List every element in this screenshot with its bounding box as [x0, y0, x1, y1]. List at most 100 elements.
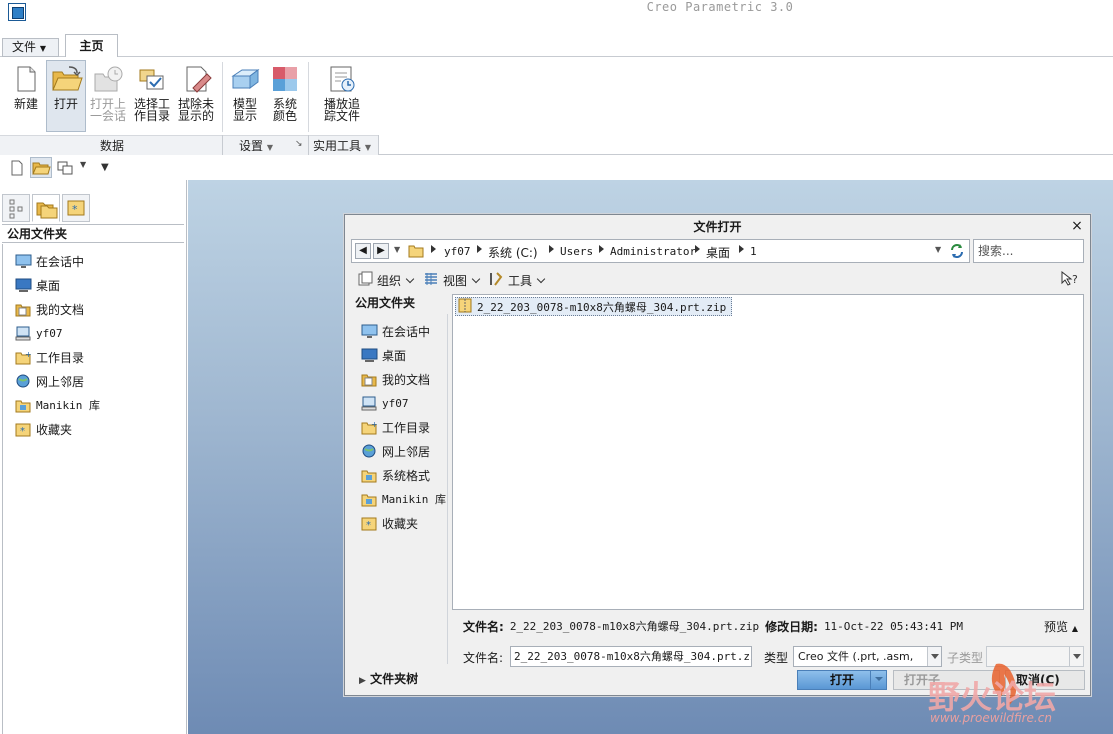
- erase-not-displayed-button[interactable]: 拭除未 显示的: [176, 60, 216, 132]
- qat-open-icon[interactable]: [30, 157, 52, 178]
- qat-customize-icon[interactable]: ▼: [101, 162, 109, 173]
- list-item-system-formats[interactable]: 系统格式: [361, 465, 430, 485]
- list-item-label: 桌面: [36, 278, 61, 293]
- tools-menu[interactable]: 工具: [488, 271, 546, 290]
- tab-file[interactable]: 文件 ▼: [2, 38, 59, 57]
- list-item-favorites[interactable]: * 收藏夹: [15, 419, 72, 439]
- system-formats-folder-icon: [361, 468, 378, 483]
- history-chevron-down-icon[interactable]: ▼: [394, 245, 400, 254]
- preview-toggle[interactable]: 预览 ▲: [1044, 618, 1078, 635]
- model-display-icon: [230, 64, 260, 94]
- list-item-favorites[interactable]: * 收藏夹: [361, 513, 418, 533]
- back-icon[interactable]: ◀: [355, 243, 371, 259]
- list-item-label: 收藏夹: [36, 422, 73, 437]
- forum-watermark-logo: 野火论坛 www.proewildfire.cn: [928, 660, 1108, 734]
- organize-menu[interactable]: 组织: [357, 271, 415, 290]
- list-item-my-documents[interactable]: 我的文档: [15, 299, 84, 319]
- svg-text:+: +: [371, 420, 378, 429]
- computer-icon: [361, 396, 378, 411]
- play-trail-file-button[interactable]: 播放追 踪文件: [321, 60, 363, 132]
- chevron-down-icon[interactable]: ▼: [80, 160, 86, 169]
- list-item-desktop[interactable]: 桌面: [361, 345, 406, 365]
- erase-not-displayed-label-2: 显示的: [177, 109, 214, 123]
- forward-icon[interactable]: ▶: [373, 243, 389, 259]
- file-info-row: 文件名: 2_22_203_0078-m10x8六角螺母_304.prt.zip…: [452, 615, 1084, 637]
- view-menu[interactable]: 视图: [423, 271, 481, 290]
- new-button[interactable]: 新建: [8, 60, 44, 132]
- open-session-icon: [93, 64, 123, 94]
- group-divider: [308, 135, 309, 155]
- help-pointer-icon[interactable]: ?: [1060, 271, 1080, 287]
- chevron-down-icon: ▼: [364, 143, 371, 152]
- list-item-manikin-library[interactable]: Manikin 库: [15, 395, 100, 415]
- breadcrumb-item[interactable]: 系统 (C:): [488, 244, 538, 261]
- favorites-tab-icon[interactable]: *: [62, 194, 90, 222]
- list-item-desktop[interactable]: 桌面: [15, 275, 60, 295]
- file-type-value: Creo 文件 (.prt, .asm,: [798, 650, 914, 663]
- folder-browser-tab-icon[interactable]: [32, 194, 60, 222]
- list-item-in-session[interactable]: 在会话中: [361, 321, 430, 341]
- system-colors-button[interactable]: 系统 颜色: [268, 60, 302, 132]
- desktop-icon: [15, 278, 32, 293]
- svg-text:*: *: [366, 520, 371, 531]
- breadcrumb-item[interactable]: 1: [750, 245, 757, 258]
- dialog-title: 文件打开: [345, 215, 1090, 237]
- view-icon: [423, 271, 439, 290]
- list-item-label: 工作目录: [382, 420, 431, 435]
- breadcrumb-item[interactable]: Users: [560, 245, 593, 258]
- working-directory-folder-icon: +: [361, 420, 378, 435]
- address-dropdown-icon[interactable]: ▼: [935, 245, 941, 254]
- breadcrumb-item[interactable]: Administrator: [610, 245, 696, 258]
- list-item-working-directory[interactable]: + 工作目录: [15, 347, 84, 367]
- breadcrumb-item[interactable]: 桌面: [706, 244, 730, 261]
- breadcrumb-item[interactable]: yf07: [444, 245, 471, 258]
- filename-input[interactable]: 2_22_203_0078-m10x8六角螺母_304.prt.zip: [510, 646, 752, 667]
- search-input[interactable]: 搜索...: [973, 239, 1084, 263]
- app-logo-icon[interactable]: [8, 3, 26, 21]
- view-label: 视图: [443, 274, 468, 288]
- open-last-session-button[interactable]: 打开上 一会话: [88, 60, 128, 132]
- group-utilities[interactable]: 实用工具 ▼: [313, 137, 371, 154]
- list-item-computer[interactable]: yf07: [361, 393, 409, 413]
- tools-label: 工具: [508, 274, 533, 288]
- ribbon-divider: [222, 62, 223, 132]
- list-item-label: yf07: [382, 396, 409, 410]
- tab-home[interactable]: 主页: [65, 34, 118, 58]
- info-filename-label: 文件名:: [463, 619, 504, 634]
- list-item-manikin-library[interactable]: Manikin 库: [361, 489, 446, 509]
- open-options-chevron-icon[interactable]: [870, 670, 887, 690]
- breadcrumb-separator-icon: [549, 245, 554, 253]
- list-item-computer[interactable]: yf07: [15, 323, 63, 343]
- open-button[interactable]: 打开: [47, 60, 85, 132]
- network-globe-icon: [15, 374, 32, 389]
- refresh-icon[interactable]: [946, 241, 968, 261]
- chevron-down-icon: ▼: [39, 44, 46, 53]
- model-display-button[interactable]: 模型 显示: [228, 60, 262, 132]
- close-icon[interactable]: ×: [1068, 217, 1086, 235]
- svg-text:*: *: [72, 203, 78, 216]
- file-list-item[interactable]: 2_22_203_0078-m10x8六角螺母_304.prt.zip: [455, 297, 733, 316]
- watermark-url: www.proewildfire.cn: [930, 711, 1052, 725]
- qat-windows-icon[interactable]: [57, 160, 73, 176]
- list-item-network[interactable]: 网上邻居: [15, 371, 84, 391]
- list-item-network[interactable]: 网上邻居: [361, 441, 430, 461]
- dialog-launcher-icon[interactable]: ↘: [295, 139, 303, 149]
- list-item-my-documents[interactable]: 我的文档: [361, 369, 430, 389]
- type-field-label: 类型: [764, 651, 789, 665]
- select-working-directory-button[interactable]: 选择工 作目录: [132, 60, 172, 132]
- address-bar[interactable]: ◀ ▶ ▼ yf07 系统 (C:) Users Administrator 桌…: [351, 239, 970, 263]
- group-settings[interactable]: 设置 ▼: [239, 137, 273, 154]
- folder-tree-toggle[interactable]: ▶ 文件夹树: [351, 668, 447, 690]
- list-item-in-session[interactable]: 在会话中: [15, 251, 84, 271]
- model-tree-tab-icon[interactable]: [2, 194, 30, 222]
- qat-new-icon[interactable]: [10, 160, 24, 176]
- monitor-icon: [15, 254, 32, 269]
- documents-icon: [361, 372, 378, 387]
- list-item-working-directory[interactable]: + 工作目录: [361, 417, 430, 437]
- info-modified-value: 11-Oct-22 05:43:41 PM: [823, 619, 964, 633]
- ribbon-divider: [308, 62, 309, 132]
- svg-text:*: *: [20, 426, 25, 437]
- file-type-select[interactable]: Creo 文件 (.prt, .asm,: [793, 646, 942, 667]
- file-list-area[interactable]: [452, 294, 1084, 610]
- chevron-down-icon: [471, 274, 481, 283]
